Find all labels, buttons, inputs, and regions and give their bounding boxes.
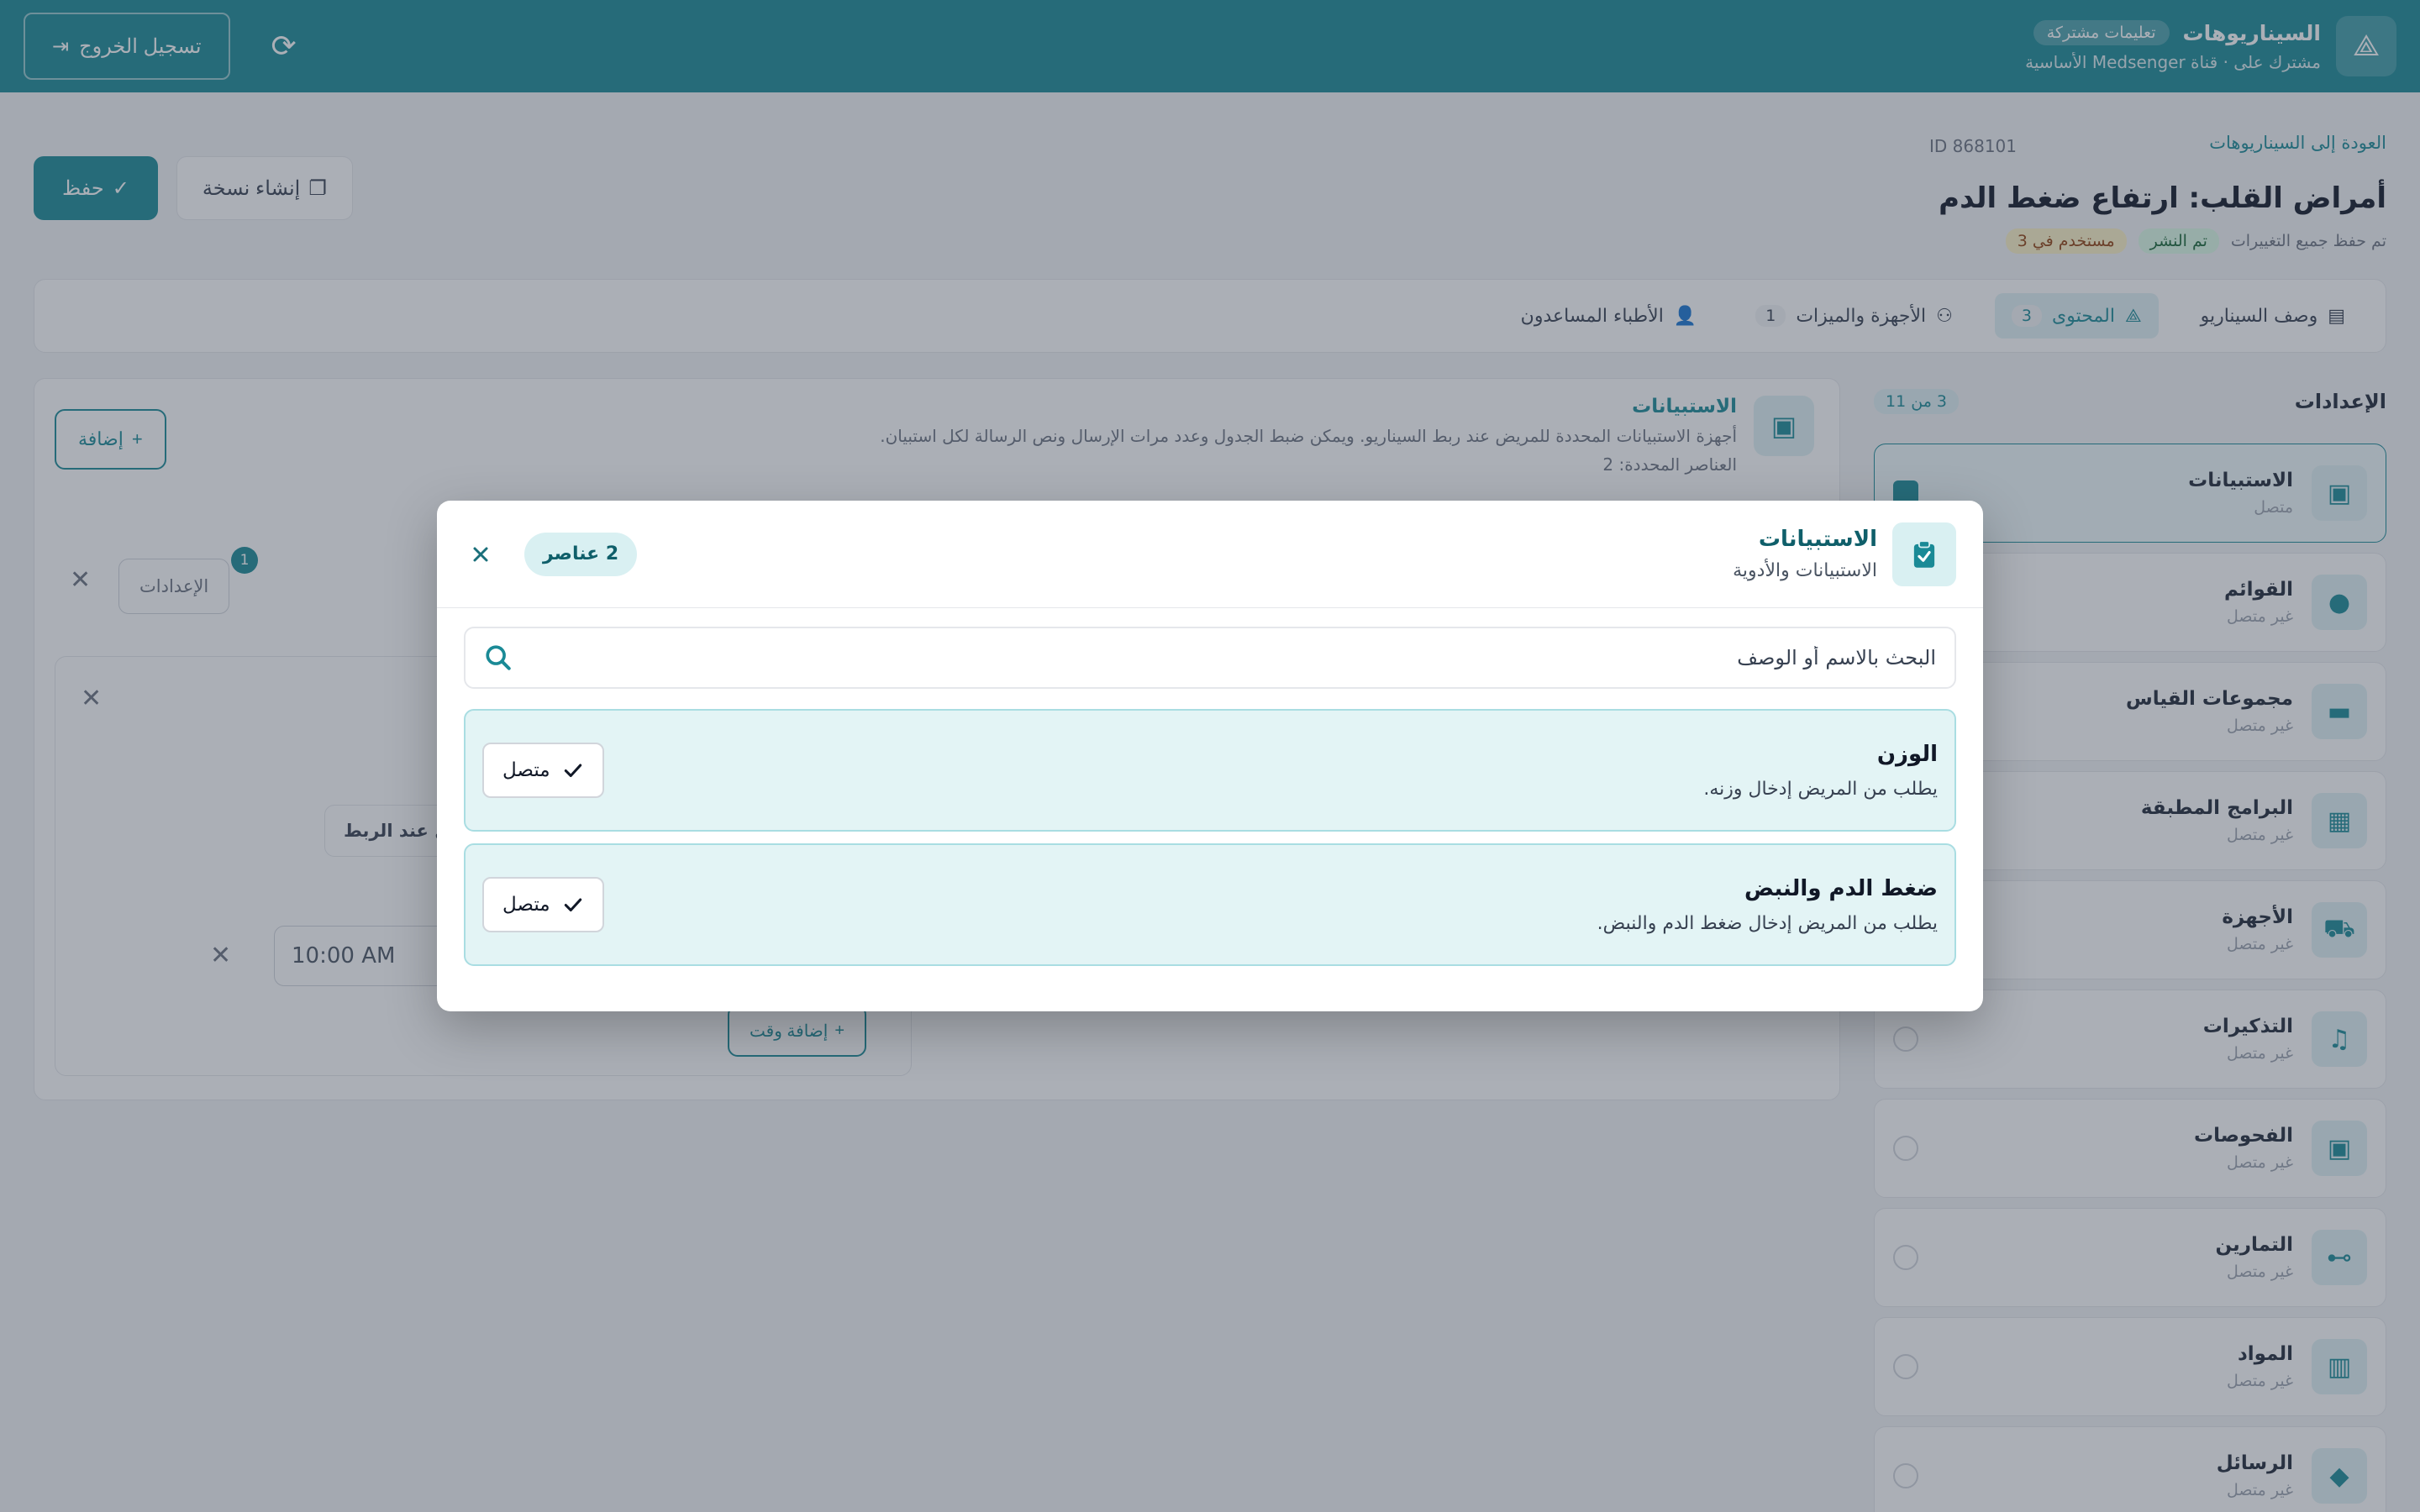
check-icon	[562, 894, 584, 916]
connected-toggle-button[interactable]: متصل	[482, 877, 604, 932]
item-name: ضغط الدم والنبض	[1744, 875, 1938, 901]
questionnaire-list: الوزن يطلب من المريض إدخال وزنه. متصل ضغ…	[437, 689, 1983, 986]
questionnaires-modal: الاستبيانات الاستبيانات والأدوية 2 عناصر	[437, 501, 1983, 1011]
item-description: يطلب من المريض إدخال ضغط الدم والنبض.	[1597, 912, 1938, 934]
list-item[interactable]: ضغط الدم والنبض يطلب من المريض إدخال ضغط…	[464, 843, 1956, 966]
list-item[interactable]: الوزن يطلب من المريض إدخال وزنه. متصل	[464, 709, 1956, 832]
check-icon	[562, 759, 584, 781]
clipboard-check-icon	[1892, 522, 1956, 586]
search-icon[interactable]	[484, 643, 513, 672]
modal-header: الاستبيانات الاستبيانات والأدوية 2 عناصر	[437, 501, 1983, 608]
close-modal-button[interactable]	[464, 538, 497, 571]
item-description: يطلب من المريض إدخال وزنه.	[1703, 778, 1938, 800]
modal-title: الاستبيانات	[1758, 527, 1877, 552]
search-input[interactable]	[528, 646, 1936, 669]
search-box	[464, 627, 1956, 689]
items-count-badge: 2 عناصر	[524, 532, 638, 576]
connected-toggle-button[interactable]: متصل	[482, 743, 604, 798]
modal-subtitle: الاستبيانات والأدوية	[1733, 560, 1877, 581]
item-name: الوزن	[1876, 741, 1938, 767]
close-icon	[473, 547, 488, 561]
